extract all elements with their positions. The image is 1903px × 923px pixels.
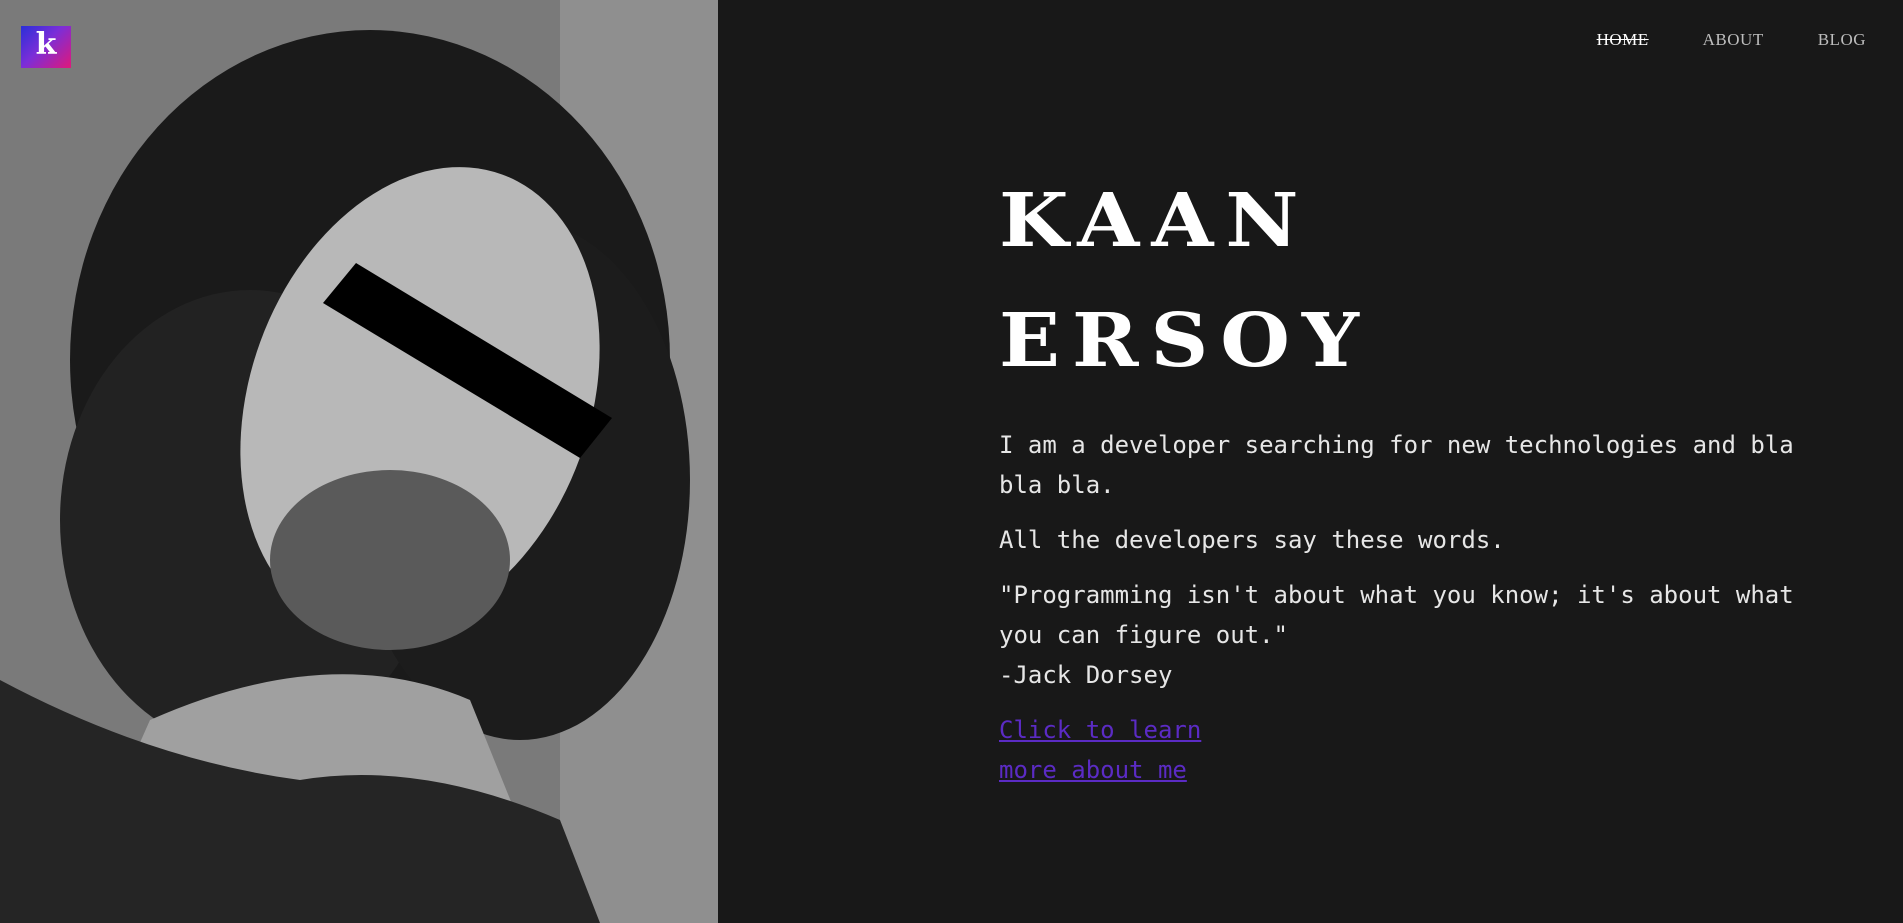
hero-first-name: KAAN	[999, 176, 1311, 264]
portrait-photo: k	[0, 0, 718, 923]
hero-bio: I am a developer searching for new techn…	[999, 425, 1839, 695]
hero-section: KAAN ERSOY I am a developer searching fo…	[999, 165, 1839, 790]
portrait-illustration	[0, 0, 718, 923]
nav-about-link[interactable]: ABOUT	[1703, 30, 1764, 50]
site-logo[interactable]: k	[21, 26, 71, 68]
bio-quote: "Programming isn't about what you know; …	[999, 575, 1839, 695]
quote-text: "Programming isn't about what you know; …	[999, 581, 1794, 649]
learn-more-link[interactable]: Click to learn more about me	[999, 710, 1219, 790]
hero-last-name: ERSOY	[999, 296, 1372, 384]
logo-letter: k	[35, 27, 57, 62]
quote-author: -Jack Dorsey	[999, 661, 1173, 689]
page: k HOME ABOUT BLOG KAAN ERSOY I am a deve…	[0, 0, 1903, 923]
nav-home-link[interactable]: HOME	[1597, 30, 1649, 50]
bio-statement: All the developers say these words.	[999, 526, 1505, 554]
main-nav: HOME ABOUT BLOG	[1597, 30, 1866, 50]
bio-intro: I am a developer searching for new techn…	[999, 431, 1794, 499]
nav-blog-link[interactable]: BLOG	[1818, 30, 1866, 50]
